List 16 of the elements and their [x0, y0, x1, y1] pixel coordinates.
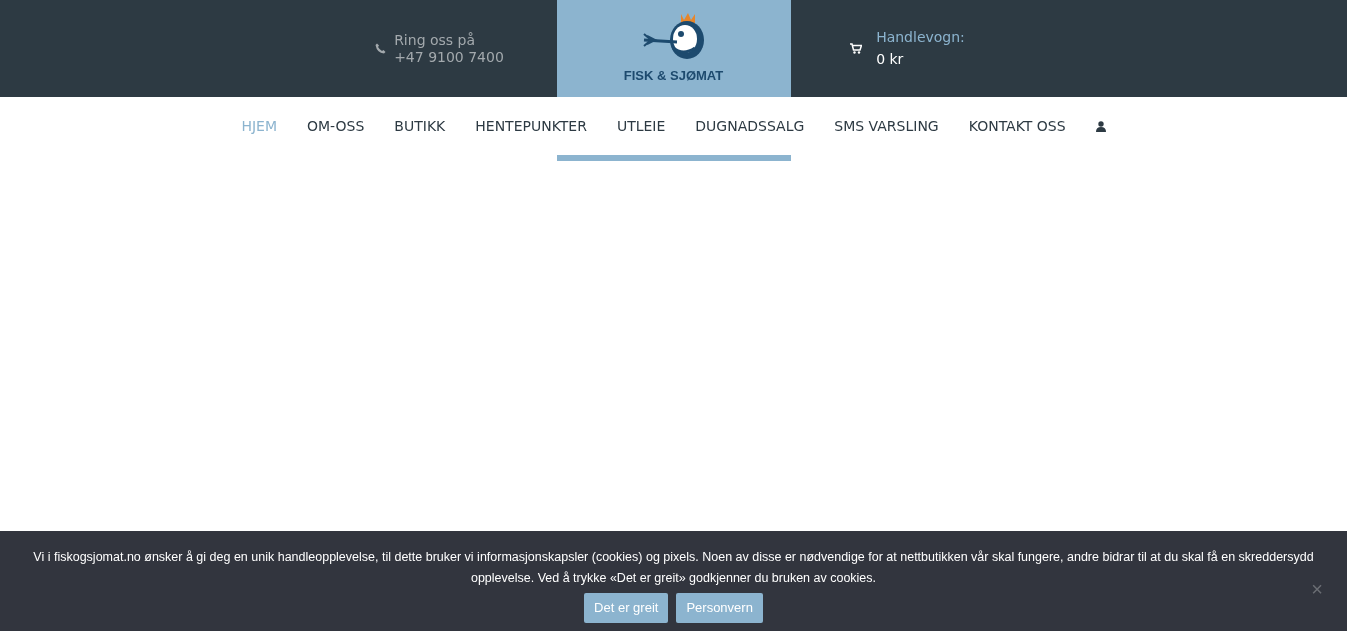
cart-total[interactable]: 0 kr	[876, 51, 965, 68]
nav-link[interactable]: BUTIKK	[379, 115, 461, 137]
phone-label: Ring oss på	[394, 31, 477, 49]
phone-number[interactable]: +47 9100 7400	[394, 48, 504, 66]
nav-link[interactable]: HENTEPUNKTER	[460, 115, 602, 137]
nav-link[interactable]: OM-OSS	[292, 115, 380, 137]
cart-label[interactable]: Handlevogn:	[876, 29, 965, 46]
cart-icon[interactable]	[850, 43, 863, 54]
logo-panel[interactable]: FISK & SJØMAT	[556, 0, 791, 97]
nav-link[interactable]: DUGNADSSALG	[680, 115, 820, 137]
nav-link[interactable]: UTLEIE	[601, 115, 681, 137]
nav-link[interactable]: SMS VARSLING	[819, 115, 954, 137]
user-icon	[1095, 121, 1106, 132]
phone-icon	[375, 43, 387, 54]
logo-text: FISK & SJØMAT	[623, 66, 724, 85]
nav-link[interactable]: KONTAKT OSS	[953, 115, 1081, 137]
